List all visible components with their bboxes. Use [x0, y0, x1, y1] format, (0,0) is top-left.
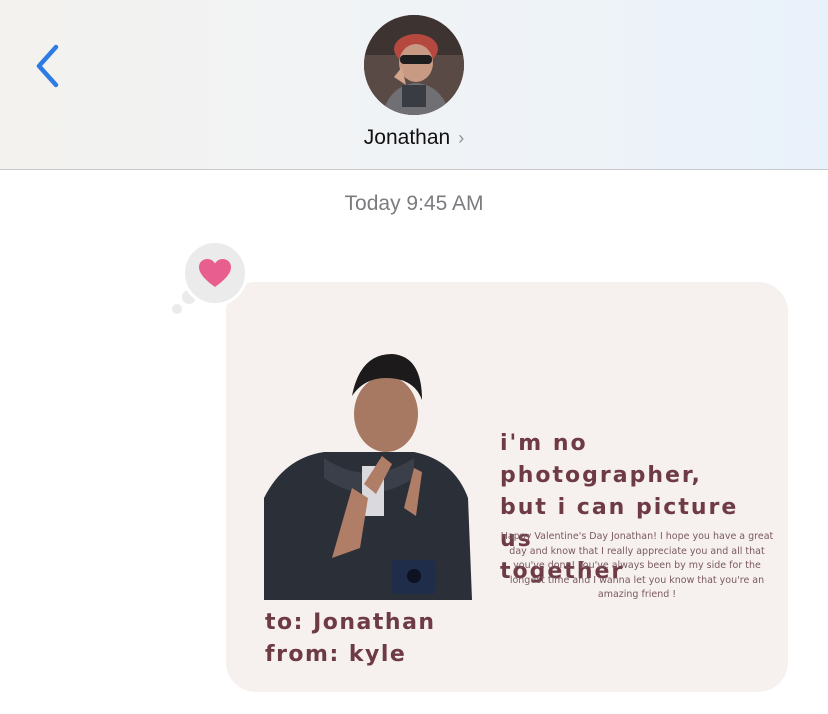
tapback-tail-small: [172, 304, 182, 314]
person-photo: [264, 348, 472, 600]
contact-name-button[interactable]: Jonathan ›: [0, 124, 828, 152]
chevron-right-icon: ›: [458, 127, 465, 148]
heart-icon: [199, 259, 231, 287]
card-from-line: from: kyle: [265, 642, 407, 667]
contact-name: Jonathan: [363, 126, 451, 149]
avatar-photo: [364, 15, 464, 115]
chevron-left-icon: [36, 44, 59, 88]
contact-avatar[interactable]: [364, 15, 464, 115]
headline-line: i'm no photographer,: [500, 431, 702, 488]
message-image-card[interactable]: i'm no photographer, but i can picture u…: [226, 282, 788, 692]
tapback-reaction[interactable]: [182, 240, 248, 306]
message-timestamp: Today 9:45 AM: [344, 192, 484, 215]
card-to-line: to: Jonathan: [265, 610, 436, 635]
conversation-header: Jonathan ›: [0, 0, 828, 170]
card-message-body: Happy Valentine's Day Jonathan! I hope y…: [500, 531, 774, 600]
back-button[interactable]: [28, 40, 68, 92]
